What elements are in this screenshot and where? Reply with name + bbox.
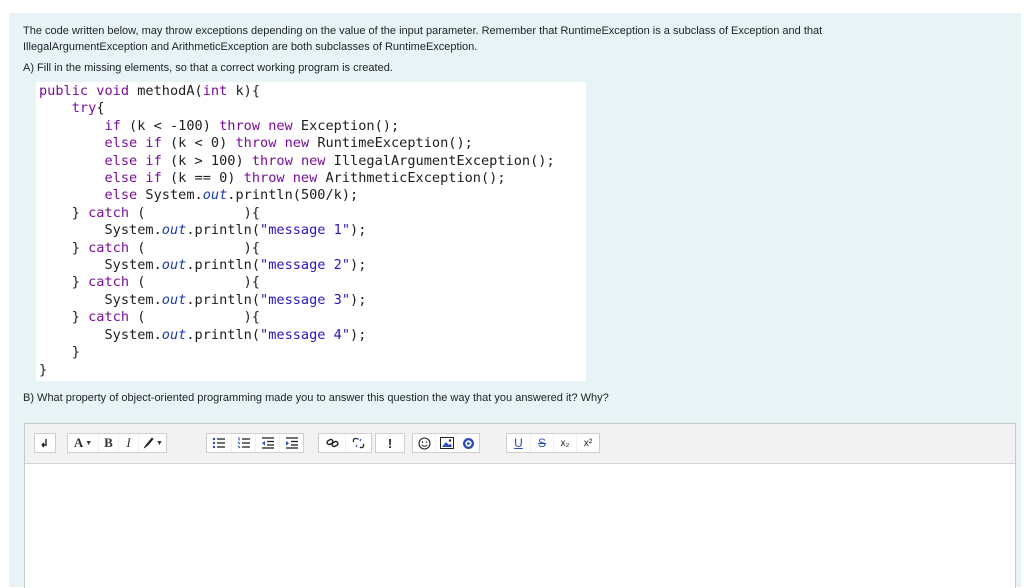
- unlink-button[interactable]: [345, 434, 371, 452]
- subscript-icon: x₂: [560, 437, 570, 449]
- answer-editor: A ▼ B I ▼ ! U S x₂ x²: [24, 423, 1016, 588]
- editor-toolbar: A ▼ B I ▼ ! U S x₂ x²: [25, 424, 1015, 464]
- link-icon: [325, 438, 339, 448]
- font-color-icon: A: [73, 435, 84, 450]
- underline-button[interactable]: U: [507, 434, 530, 452]
- catch-blank-1: ( ){: [129, 204, 260, 221]
- catch-blank-3: ( ){: [129, 274, 260, 291]
- indent-button[interactable]: [279, 434, 303, 452]
- toolbar-group-emphasis: !: [375, 433, 405, 453]
- paragraph-style-button[interactable]: ▼: [138, 434, 166, 452]
- brush-icon: [143, 437, 154, 449]
- emoticon-button[interactable]: [413, 434, 435, 452]
- catch-blank-2: ( ){: [129, 239, 260, 256]
- intro-line-2: IllegalArgumentException and ArithmeticE…: [23, 41, 478, 53]
- strikethrough-icon: S: [537, 436, 546, 450]
- bold-icon: B: [104, 435, 113, 450]
- image-icon: [439, 437, 454, 449]
- toolbar-group-textstyle: U S x₂ x²: [506, 433, 600, 453]
- unlink-icon: [352, 437, 365, 449]
- indent-icon: [285, 437, 298, 449]
- superscript-icon: x²: [583, 437, 593, 449]
- question-intro: The code written below, may throw except…: [23, 23, 983, 55]
- insert-media-button[interactable]: [457, 434, 479, 452]
- toolbar-group-toggle: [34, 433, 56, 453]
- insert-link-button[interactable]: [319, 434, 345, 452]
- media-icon: [463, 437, 474, 449]
- question-panel: The code written below, may throw except…: [9, 13, 1021, 588]
- bold-button[interactable]: B: [98, 434, 118, 452]
- strikethrough-button[interactable]: S: [530, 434, 553, 452]
- part-a-prompt: A) Fill in the missing elements, so that…: [23, 62, 393, 74]
- font-color-button[interactable]: A ▼: [68, 434, 98, 452]
- ordered-list-button[interactable]: [231, 434, 255, 452]
- unordered-list-button[interactable]: [207, 434, 231, 452]
- numbered-list-icon: [237, 437, 250, 449]
- chevron-down-icon: ▼: [85, 439, 93, 447]
- outdent-button[interactable]: [255, 434, 279, 452]
- special-character-button[interactable]: !: [376, 434, 404, 452]
- toolbar-group-links: [318, 433, 372, 453]
- italic-icon: I: [126, 435, 131, 450]
- java-code: public void methodA(int k){ try{ if (k <…: [39, 83, 555, 378]
- chevron-down-icon: ▼: [156, 439, 163, 447]
- outdent-icon: [261, 437, 274, 449]
- subscript-button[interactable]: x₂: [553, 434, 576, 452]
- superscript-button[interactable]: x²: [576, 434, 599, 452]
- exclamation-icon: !: [387, 435, 393, 451]
- insert-image-button[interactable]: [435, 434, 457, 452]
- toggle-toolbar-icon: [41, 439, 47, 448]
- toolbar-group-lists: [206, 433, 304, 453]
- part-b-prompt: B) What property of object-oriented prog…: [23, 392, 609, 404]
- catch-blank-4: ( ){: [129, 309, 260, 326]
- toolbar-group-format: A ▼ B I ▼: [67, 433, 167, 453]
- toolbar-group-media: [412, 433, 480, 453]
- smiley-icon: [417, 436, 431, 450]
- answer-textarea[interactable]: [25, 464, 1015, 588]
- toolbar-toggle-button[interactable]: [35, 434, 55, 452]
- italic-button[interactable]: I: [118, 434, 138, 452]
- intro-line-1: The code written below, may throw except…: [23, 25, 823, 37]
- code-block: public void methodA(int k){ try{ if (k <…: [36, 82, 586, 381]
- underline-icon: U: [514, 436, 523, 450]
- bullet-list-icon: [212, 437, 225, 449]
